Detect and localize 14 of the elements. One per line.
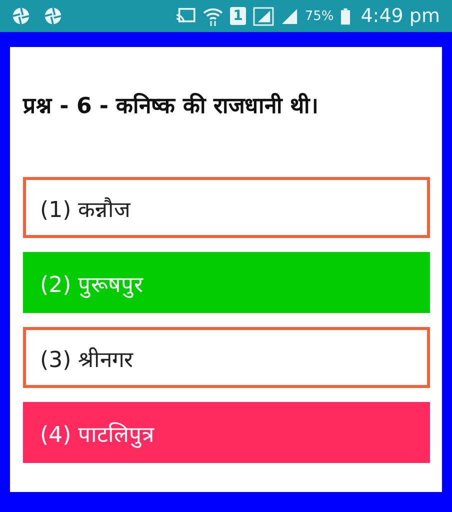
clock: 4:49 pm: [360, 5, 440, 27]
answer-option[interactable]: (1) कन्नौज: [23, 177, 430, 238]
aperture-icon: [44, 7, 62, 25]
wifi-icon: [203, 6, 224, 26]
answer-option[interactable]: (3) श्रीनगर: [23, 327, 430, 388]
question-text: प्रश्न - 6 - कनिष्क की राजधानी थी।: [23, 92, 320, 119]
signal-icon: [280, 8, 298, 24]
cast-icon: [175, 8, 196, 24]
battery-percent: 75%: [304, 8, 334, 24]
battery-icon: [340, 8, 350, 24]
signal-icon: [252, 6, 274, 26]
aperture-icon: [12, 7, 30, 25]
answer-option[interactable]: (4) पाटलिपुत्र: [23, 402, 430, 463]
sim-indicator: 1: [230, 7, 246, 25]
